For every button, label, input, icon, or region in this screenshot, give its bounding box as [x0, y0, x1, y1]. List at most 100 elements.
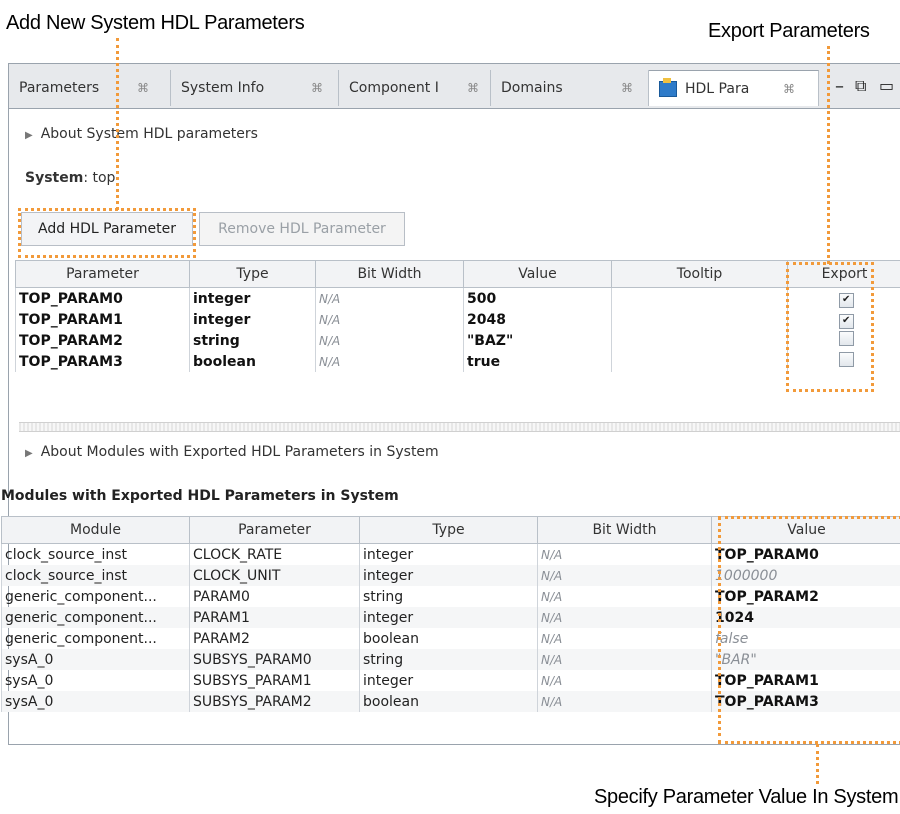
column-header-value[interactable]: Value — [711, 516, 900, 544]
cell-type[interactable]: integer — [189, 309, 316, 330]
about-system-hdl-toggle[interactable]: ▶ About System HDL parameters — [25, 126, 258, 142]
column-header-parameter[interactable]: Parameter — [15, 260, 190, 288]
minimize-icon[interactable]: – — [835, 76, 844, 97]
cell-type[interactable]: integer — [359, 670, 538, 691]
column-header-bit-width[interactable]: Bit Width — [315, 260, 464, 288]
table-row[interactable]: TOP_PARAM1 integer N/A 2048 ✔ — [15, 309, 900, 330]
cell-parameter[interactable]: PARAM0 — [189, 586, 360, 607]
cell-value[interactable]: TOP_PARAM1 — [711, 670, 900, 691]
cell-bit-width[interactable]: N/A — [537, 565, 712, 586]
cell-value[interactable]: TOP_PARAM2 — [711, 586, 900, 607]
cell-bit-width[interactable]: N/A — [315, 287, 464, 309]
close-tab-icon[interactable]: ⌘ — [137, 81, 149, 95]
cell-tooltip[interactable] — [611, 287, 788, 309]
cell-module[interactable]: generic_component... — [1, 586, 190, 607]
close-tab-icon[interactable]: ⌘ — [621, 81, 633, 95]
cell-bit-width[interactable]: N/A — [537, 649, 712, 670]
column-header-parameter[interactable]: Parameter — [189, 516, 360, 544]
column-header-type[interactable]: Type — [359, 516, 538, 544]
maximize-icon[interactable]: ▭ — [879, 76, 894, 95]
table-row[interactable]: TOP_PARAM3 boolean N/A true — [15, 351, 900, 372]
cell-parameter[interactable]: SUBSYS_PARAM1 — [189, 670, 360, 691]
cell-parameter[interactable]: TOP_PARAM3 — [15, 351, 190, 372]
cell-value[interactable]: true — [463, 351, 612, 372]
cell-value[interactable]: "BAR" — [711, 649, 900, 670]
cell-bit-width[interactable]: N/A — [315, 351, 464, 372]
cell-value[interactable]: 2048 — [463, 309, 612, 330]
cell-bit-width[interactable]: N/A — [537, 691, 712, 712]
close-tab-icon[interactable]: ⌘ — [467, 81, 479, 95]
table-row[interactable]: generic_component... PARAM2 boolean N/A fals… — [1, 628, 900, 649]
cell-tooltip[interactable] — [611, 330, 788, 351]
column-header-bit-width[interactable]: Bit Width — [537, 516, 712, 544]
tab-domains[interactable]: Domains ⌘ — [491, 70, 649, 106]
cell-module[interactable]: clock_source_inst — [1, 543, 190, 565]
column-header-export[interactable]: Export — [787, 260, 900, 288]
about-modules-toggle[interactable]: ▶ About Modules with Exported HDL Paramet… — [25, 444, 439, 460]
table-row[interactable]: generic_component... PARAM0 string N/A TOP_P… — [1, 586, 900, 607]
export-checkbox[interactable] — [838, 352, 854, 367]
column-header-value[interactable]: Value — [463, 260, 612, 288]
cell-value[interactable]: 1024 — [711, 607, 900, 628]
close-tab-icon[interactable]: ⌘ — [311, 81, 323, 95]
cell-bit-width[interactable]: N/A — [537, 628, 712, 649]
cell-type[interactable]: boolean — [359, 628, 538, 649]
export-checkbox[interactable] — [838, 331, 854, 346]
cell-tooltip[interactable] — [611, 351, 788, 372]
add-hdl-parameter-button[interactable]: Add HDL Parameter — [21, 212, 193, 246]
table-row[interactable]: clock_source_inst CLOCK_RATE integer N/A TOP… — [1, 543, 900, 565]
cell-value[interactable]: 500 — [463, 287, 612, 309]
cell-module[interactable]: generic_component... — [1, 628, 190, 649]
cell-bit-width[interactable]: N/A — [537, 543, 712, 565]
section-splitter[interactable] — [19, 422, 900, 432]
cell-value[interactable]: 1000000 — [711, 565, 900, 586]
cell-parameter[interactable]: PARAM1 — [189, 607, 360, 628]
cell-type[interactable]: boolean — [189, 351, 316, 372]
cell-type[interactable]: string — [359, 586, 538, 607]
cell-module[interactable]: generic_component... — [1, 607, 190, 628]
cell-type[interactable]: boolean — [359, 691, 538, 712]
tab-system-info[interactable]: System Info ⌘ — [171, 70, 339, 106]
table-row[interactable]: clock_source_inst CLOCK_UNIT integer N/A 100… — [1, 565, 900, 586]
cell-module[interactable]: sysA_0 — [1, 649, 190, 670]
cell-parameter[interactable]: TOP_PARAM2 — [15, 330, 190, 351]
tab-hdl-parameters[interactable]: HDL Para ⌘ — [649, 70, 819, 106]
cell-bit-width[interactable]: N/A — [537, 586, 712, 607]
cell-parameter[interactable]: CLOCK_RATE — [189, 543, 360, 565]
table-row[interactable]: sysA_0 SUBSYS_PARAM1 integer N/A TOP_PARAM1 — [1, 670, 900, 691]
cell-module[interactable]: sysA_0 — [1, 691, 190, 712]
cell-bit-width[interactable]: N/A — [315, 330, 464, 351]
table-row[interactable]: TOP_PARAM0 integer N/A 500 ✔ — [15, 287, 900, 309]
table-row[interactable]: TOP_PARAM2 string N/A "BAZ" — [15, 330, 900, 351]
cell-bit-width[interactable]: N/A — [315, 309, 464, 330]
column-header-tooltip[interactable]: Tooltip — [611, 260, 788, 288]
cell-value[interactable]: false — [711, 628, 900, 649]
table-row[interactable]: sysA_0 SUBSYS_PARAM0 string N/A "BAR" — [1, 649, 900, 670]
detach-icon[interactable]: ⧉ — [855, 76, 866, 96]
cell-parameter[interactable]: TOP_PARAM1 — [15, 309, 190, 330]
cell-value[interactable]: "BAZ" — [463, 330, 612, 351]
cell-tooltip[interactable] — [611, 309, 788, 330]
cell-parameter[interactable]: CLOCK_UNIT — [189, 565, 360, 586]
cell-type[interactable]: integer — [359, 607, 538, 628]
column-header-module[interactable]: Module — [1, 516, 190, 544]
table-row[interactable]: sysA_0 SUBSYS_PARAM2 boolean N/A TOP_PARAM3 — [1, 691, 900, 712]
cell-type[interactable]: integer — [189, 287, 316, 309]
cell-parameter[interactable]: SUBSYS_PARAM0 — [189, 649, 360, 670]
column-header-type[interactable]: Type — [189, 260, 316, 288]
table-row[interactable]: generic_component... PARAM1 integer N/A 1024 — [1, 607, 900, 628]
cell-type[interactable]: integer — [359, 565, 538, 586]
cell-parameter[interactable]: SUBSYS_PARAM2 — [189, 691, 360, 712]
cell-type[interactable]: string — [359, 649, 538, 670]
cell-value[interactable]: TOP_PARAM0 — [711, 543, 900, 565]
cell-value[interactable]: TOP_PARAM3 — [711, 691, 900, 712]
tab-parameters[interactable]: Parameters ⌘ — [9, 70, 171, 106]
cell-type[interactable]: string — [189, 330, 316, 351]
cell-type[interactable]: integer — [359, 543, 538, 565]
cell-bit-width[interactable]: N/A — [537, 670, 712, 691]
export-checkbox[interactable]: ✔ — [838, 292, 854, 308]
remove-hdl-parameter-button[interactable]: Remove HDL Parameter — [199, 212, 405, 246]
cell-module[interactable]: sysA_0 — [1, 670, 190, 691]
close-tab-icon[interactable]: ⌘ — [783, 82, 795, 96]
cell-module[interactable]: clock_source_inst — [1, 565, 190, 586]
